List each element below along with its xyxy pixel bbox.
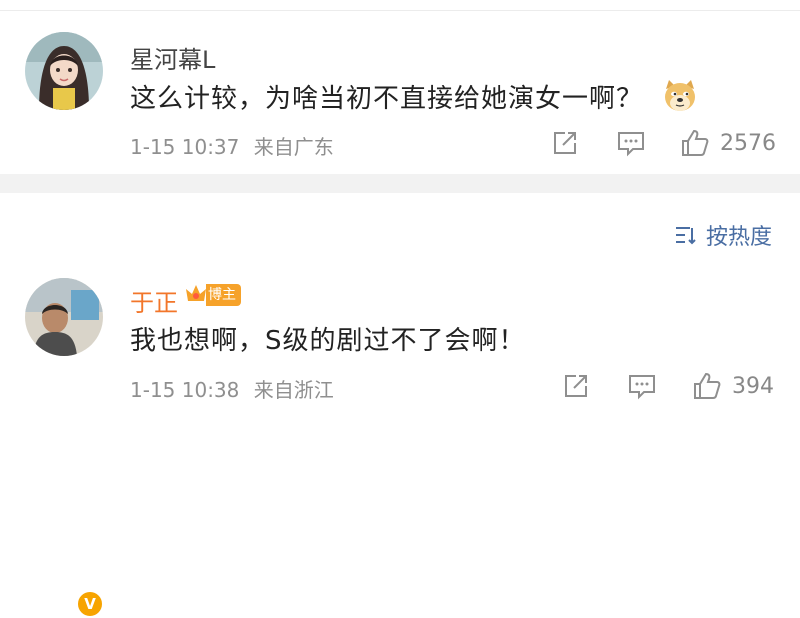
- comment-text: 我也想啊，S级的剧过不了会啊！: [130, 326, 526, 356]
- comment-location: 来自广东: [253, 135, 334, 159]
- comment-time: 1-15 10:38: [130, 378, 240, 402]
- comment-icon: [629, 375, 655, 400]
- share-button[interactable]: [551, 126, 579, 160]
- crown-icon: [186, 285, 206, 301]
- like-icon: [682, 129, 709, 156]
- comment-meta: 1-15 10:37 来自广东: [130, 131, 334, 160]
- doge-emoji-icon: [662, 79, 698, 120]
- avatar[interactable]: [25, 278, 103, 356]
- comment-icon: [618, 132, 644, 157]
- blogger-badge: 博主: [186, 283, 241, 307]
- comment-text-content: 这么计较，为啥当初不直接给她演女一啊？: [130, 84, 644, 114]
- comment-button[interactable]: [616, 126, 646, 160]
- sort-label: 按热度: [705, 225, 772, 250]
- comment-location: 来自浙江: [253, 378, 334, 402]
- section-separator: [0, 174, 800, 193]
- like-button[interactable]: 2576: [680, 126, 776, 160]
- comment-time: 1-15 10:37: [130, 135, 240, 159]
- avatar[interactable]: [25, 32, 103, 110]
- share-icon: [554, 132, 576, 154]
- username[interactable]: 星河幕L: [130, 40, 215, 75]
- comment-meta: 1-15 10:38 来自浙江: [130, 374, 334, 403]
- like-count: 2576: [720, 130, 776, 156]
- like-count: 394: [732, 373, 774, 399]
- badge-label: 博主: [206, 284, 241, 306]
- comment-item: 星河幕L 这么计较，为啥当初不直接给她演女一啊？ 1-15 10:37 来自广东: [0, 0, 800, 174]
- like-button[interactable]: 394: [692, 369, 774, 403]
- share-button[interactable]: [562, 369, 590, 403]
- comment-item: V 于正 博主 我也想啊，S级的剧过不了会啊！ 1-15 10:38 来自浙江 …: [0, 260, 800, 618]
- sort-button[interactable]: 按热度: [674, 219, 772, 251]
- share-icon: [565, 375, 587, 397]
- username[interactable]: 于正: [130, 283, 178, 318]
- like-icon: [694, 372, 721, 399]
- comment-text: 这么计较，为啥当初不直接给她演女一啊？: [130, 78, 698, 120]
- sort-icon: [675, 227, 696, 245]
- comment-button[interactable]: [627, 369, 657, 403]
- verified-badge: V: [76, 590, 104, 618]
